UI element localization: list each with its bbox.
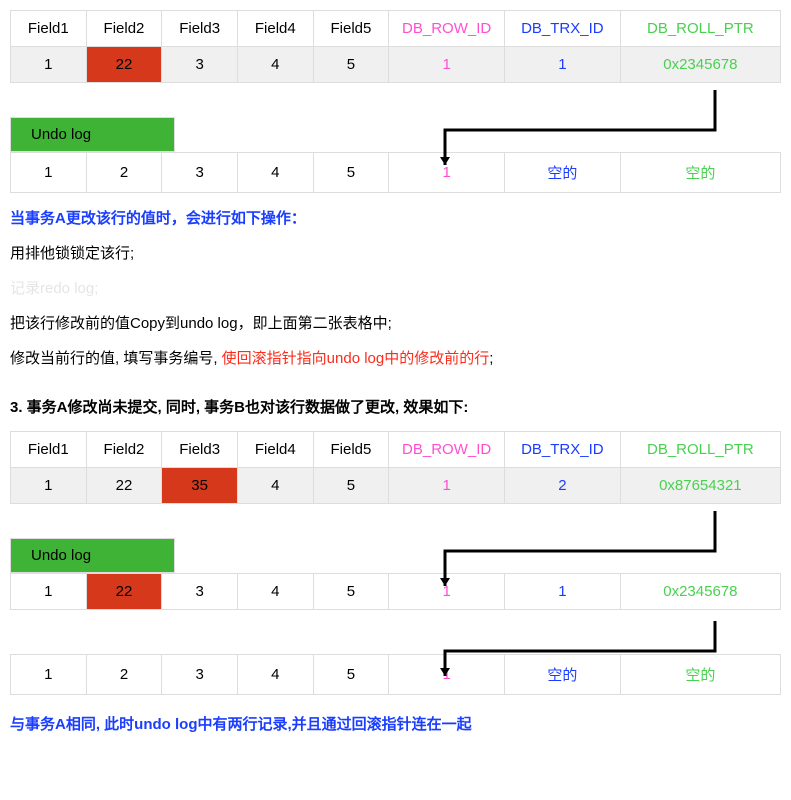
cell: 空的 — [620, 655, 780, 695]
undo-table-1: 1 2 3 4 5 1 空的 空的 — [10, 152, 781, 193]
cell: 2 — [86, 153, 162, 193]
cell: 1 — [389, 153, 505, 193]
col-field3: Field3 — [162, 432, 238, 468]
col-field5: Field5 — [313, 432, 389, 468]
cell: 5 — [313, 574, 389, 610]
cell: 1 — [505, 574, 621, 610]
cell: 1 — [505, 47, 621, 83]
cell: 1 — [389, 468, 505, 504]
cell-highlighted: 22 — [86, 574, 162, 610]
block-2: Field1 Field2 Field3 Field4 Field5 DB_RO… — [10, 431, 781, 695]
cell: 1 — [11, 468, 87, 504]
cell: 0x2345678 — [620, 574, 780, 610]
table-row: 1 22 3 4 5 1 1 0x2345678 — [11, 574, 781, 610]
cell: 空的 — [620, 153, 780, 193]
cell: 2 — [86, 655, 162, 695]
cell: 4 — [237, 47, 313, 83]
cell: 4 — [237, 655, 313, 695]
cell: 1 — [389, 47, 505, 83]
undo-table-2b: 1 2 3 4 5 1 空的 空的 — [10, 654, 781, 695]
steps-heading: 当事务A更改该行的值时，会进行如下操作： — [10, 207, 781, 228]
cell: 1 — [11, 153, 87, 193]
table-row: 1 2 3 4 5 1 空的 空的 — [11, 655, 781, 695]
cell-highlighted: 22 — [86, 47, 162, 83]
cell: 1 — [11, 574, 87, 610]
cell: 0x2345678 — [620, 47, 780, 83]
step-4: 修改当前行的值, 填写事务编号, 使回滚指针指向undo log中的修改前的行; — [10, 347, 781, 368]
cell: 空的 — [505, 153, 621, 193]
table-1: Field1 Field2 Field3 Field4 Field5 DB_RO… — [10, 10, 781, 83]
table-row: Field1 Field2 Field3 Field4 Field5 DB_RO… — [11, 11, 781, 47]
cell: 1 — [389, 655, 505, 695]
undo-log-label: Undo log — [10, 117, 175, 152]
table-row: 1 22 35 4 5 1 2 0x87654321 — [11, 468, 781, 504]
step-4-a: 修改当前行的值, 填写事务编号, — [10, 350, 222, 367]
cell: 1 — [11, 655, 87, 695]
cell: 4 — [237, 468, 313, 504]
step-2: 记录redo log; — [10, 277, 781, 298]
col-field2: Field2 — [86, 11, 162, 47]
cell: 空的 — [505, 655, 621, 695]
cell: 0x87654321 — [620, 468, 780, 504]
undo-log-label: Undo log — [10, 538, 175, 573]
col-field1: Field1 — [11, 11, 87, 47]
section-3-heading: 3. 事务A修改尚未提交, 同时, 事务B也对该行数据做了更改, 效果如下: — [10, 396, 781, 417]
cell: 22 — [86, 468, 162, 504]
cell: 2 — [505, 468, 621, 504]
cell: 3 — [162, 574, 238, 610]
col-rowid: DB_ROW_ID — [389, 11, 505, 47]
cell-highlighted: 35 — [162, 468, 238, 504]
block-1: Field1 Field2 Field3 Field4 Field5 DB_RO… — [10, 10, 781, 193]
col-field2: Field2 — [86, 432, 162, 468]
cell: 5 — [313, 153, 389, 193]
col-rollptr: DB_ROLL_PTR — [620, 432, 780, 468]
col-field1: Field1 — [11, 432, 87, 468]
cell: 5 — [313, 468, 389, 504]
table-row: 1 22 3 4 5 1 1 0x2345678 — [11, 47, 781, 83]
col-rollptr: DB_ROLL_PTR — [620, 11, 780, 47]
table-row: Field1 Field2 Field3 Field4 Field5 DB_RO… — [11, 432, 781, 468]
cell: 1 — [11, 47, 87, 83]
col-field4: Field4 — [237, 11, 313, 47]
step-3: 把该行修改前的值Copy到undo log，即上面第二张表格中; — [10, 312, 781, 333]
col-field4: Field4 — [237, 432, 313, 468]
step-1: 用排他锁锁定该行; — [10, 242, 781, 263]
col-field5: Field5 — [313, 11, 389, 47]
cell: 3 — [162, 655, 238, 695]
cell: 4 — [237, 574, 313, 610]
col-rowid: DB_ROW_ID — [389, 432, 505, 468]
table-2: Field1 Field2 Field3 Field4 Field5 DB_RO… — [10, 431, 781, 504]
step-4-b: 使回滚指针指向undo log中的修改前的行 — [222, 350, 490, 367]
cell: 1 — [389, 574, 505, 610]
footer-note: 与事务A相同, 此时undo log中有两行记录,并且通过回滚指针连在一起 — [10, 713, 781, 734]
cell: 3 — [162, 47, 238, 83]
undo-table-2a: 1 22 3 4 5 1 1 0x2345678 — [10, 573, 781, 610]
cell: 4 — [237, 153, 313, 193]
col-trxid: DB_TRX_ID — [505, 11, 621, 47]
cell: 5 — [313, 47, 389, 83]
step-4-c: ; — [489, 350, 493, 367]
table-row: 1 2 3 4 5 1 空的 空的 — [11, 153, 781, 193]
col-field3: Field3 — [162, 11, 238, 47]
cell: 3 — [162, 153, 238, 193]
col-trxid: DB_TRX_ID — [505, 432, 621, 468]
cell: 5 — [313, 655, 389, 695]
